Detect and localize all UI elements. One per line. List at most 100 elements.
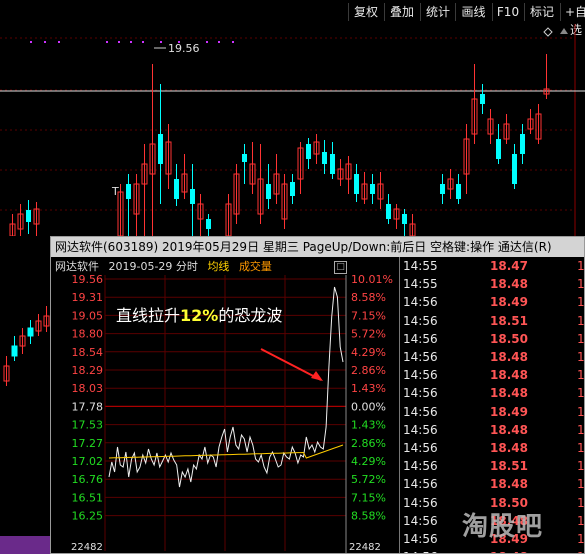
trade-time: 14:56 [403,295,438,310]
candle-body [306,144,311,159]
trade-volume: 18 [577,295,585,310]
toolbar-button[interactable]: 统计 [420,3,455,21]
price-tick-label: 18.54 [72,346,104,359]
toolbar-button[interactable]: 叠加 [384,3,419,21]
arrow-head-icon [311,371,323,381]
trade-time: 14:56 [403,532,438,546]
trade-row[interactable]: 14:56 18.48 17 [400,348,585,366]
trade-time: 14:55 [403,259,438,273]
trade-row[interactable]: 14:56 18.49 18 [400,403,585,421]
toolbar-button[interactable]: F10 [492,3,523,21]
toolbar-button[interactable]: 标记 [524,3,559,21]
trade-row[interactable]: 14:56 18.48 18 [400,475,585,493]
candle-body [27,327,34,337]
trade-row[interactable]: 14:56 18.51 18 [400,312,585,330]
candle-body [174,179,179,199]
trade-time: 14:56 [403,368,438,383]
candle-body [290,182,295,196]
marker-dot [218,41,220,43]
toolbar: 复权 叠加 统计 画线 F10 标记 +自选 [0,0,585,37]
candle-body [496,139,501,159]
trade-time: 14:56 [403,331,438,346]
percent-tick-label: 4.29% [351,455,386,468]
trade-row[interactable]: 14:56 18.49 18 [400,293,585,311]
candle-body [242,154,247,162]
trade-price: 18.48 [490,422,528,437]
trade-row[interactable]: 14:56 18.50 18 [400,330,585,348]
marker-dot [58,41,60,43]
marker-dot [160,41,162,43]
trade-time: 14:56 [403,422,438,437]
trade-price: 18.49 [490,295,528,310]
trade-time: 14:56 [403,459,438,474]
trade-price: 18.47 [490,259,528,273]
average-line [108,444,344,459]
trade-time: 14:56 [403,350,438,364]
trade-time: 14:56 [403,513,438,528]
trade-time: 14:56 [403,548,438,553]
high-price-label: 19.56 [168,42,200,55]
trade-time: 14:56 [403,313,438,328]
percent-tick-label: 8.58% [351,291,386,304]
candle-body [158,134,163,164]
trade-price: 18.51 [490,459,528,474]
trade-row[interactable]: 14:56 18.48 18 [400,384,585,402]
trade-price: 18.48 [490,441,528,455]
trade-row[interactable]: 14:55 18.47 18 [400,257,585,275]
candle-body [512,154,517,184]
marker-dot [44,41,46,43]
trade-row[interactable]: 14:56 18.48 18 [400,366,585,384]
trade-volume: 18 [577,404,585,419]
toolbar-button[interactable]: 复权 [348,3,383,21]
candle-body [520,134,525,154]
price-tick-label: 18.29 [72,364,104,377]
marker-dot [30,41,32,43]
trade-volume: 18 [577,313,585,328]
toolbar-button[interactable]: +自选 [560,3,585,37]
trade-price: 18.48 [490,386,528,401]
candle-body [266,184,271,199]
candle-body [370,184,375,194]
volume-left-label: 22482 [71,542,103,553]
percent-tick-label: 5.72% [351,328,386,341]
toolbar-button[interactable]: 画线 [455,3,491,21]
kline-chart[interactable]: 19.56T [0,24,585,236]
trade-time: 14:56 [403,477,438,492]
candle-body [440,184,445,194]
volume-right-label: 22482 [349,542,381,553]
candle-body [126,184,131,199]
percent-tick-label: 2.86% [351,364,386,377]
candle-body [386,204,391,219]
trade-volume: 18 [577,277,585,292]
popup-title-bar[interactable]: 网达软件(603189) 2019年05月29日 星期三 PageUp/Down… [51,237,584,257]
trade-volume: 18 [577,331,585,346]
trade-volume: 18 [577,386,585,401]
candle-body [206,219,211,229]
trade-row[interactable]: 14:56 18.48 18 [400,548,585,553]
trade-row[interactable]: 14:56 18.51 18 [400,457,585,475]
candle-body [402,214,407,224]
trade-row[interactable]: 14:56 18.48 18 [400,421,585,439]
trade-volume: 18 [577,477,585,492]
percent-tick-label: 8.58% [351,510,386,523]
trade-time: 14:56 [403,386,438,401]
annotation-arrow [260,348,322,381]
price-tick-label: 18.03 [72,382,104,395]
percent-tick-label: 5.72% [351,473,386,486]
price-tick-label: 17.53 [72,419,104,432]
trade-volume: 18 [577,495,585,510]
candle-body [322,152,327,164]
trade-price: 18.49 [490,404,528,419]
volume-bar-band [0,536,50,554]
trade-row[interactable]: 14:56 18.48 18 [400,439,585,457]
price-tick-label: 19.31 [72,291,104,304]
trade-volume: 18 [577,548,585,553]
candle-body [190,189,195,204]
marker-dot [118,41,120,43]
marker-dot [142,41,144,43]
triangle-icon [560,28,568,34]
marker-dot [232,41,234,43]
diamond-icon [543,27,553,37]
trade-row[interactable]: 14:55 18.48 18 [400,275,585,293]
candle-body [480,94,485,104]
